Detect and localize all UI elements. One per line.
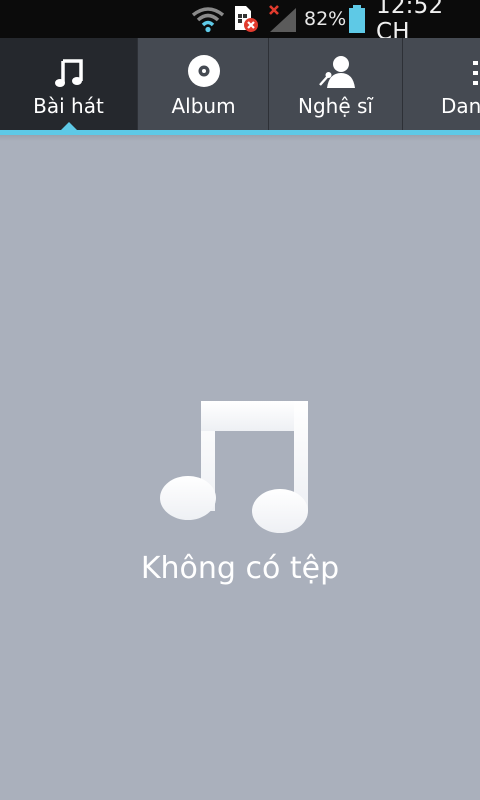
sim-error-icon <box>232 0 260 38</box>
tab-playlist[interactable]: Danh sá <box>403 38 480 130</box>
tab-songs[interactable]: Bài hát <box>0 38 138 130</box>
battery-percent: 82% <box>304 8 347 30</box>
tab-artist-label: Nghệ sĩ <box>298 94 373 118</box>
tab-album-label: Album <box>171 94 236 118</box>
playlist-icon <box>473 38 480 88</box>
wifi-icon <box>190 0 228 38</box>
empty-state-message: Không có tệp <box>140 551 340 586</box>
tab-playlist-label: Danh sá <box>440 94 480 118</box>
music-note-icon <box>54 38 84 88</box>
tab-artist[interactable]: Nghệ sĩ <box>269 38 403 130</box>
tab-shadow <box>0 135 480 141</box>
battery-icon <box>348 0 368 38</box>
signal-no-service-icon <box>266 0 300 38</box>
music-note-icon <box>160 400 320 535</box>
album-disc-icon <box>187 38 221 88</box>
tab-album[interactable]: Album <box>139 38 269 130</box>
artist-icon <box>317 38 355 88</box>
tab-bar: Bài hát Album Nghệ sĩ Dan <box>0 38 480 130</box>
tab-songs-label: Bài hát <box>33 94 104 118</box>
empty-state: Không có tệp <box>0 400 480 586</box>
status-bar: 82% 12:52 CH <box>0 0 480 45</box>
clock: 12:52 CH <box>376 0 444 45</box>
